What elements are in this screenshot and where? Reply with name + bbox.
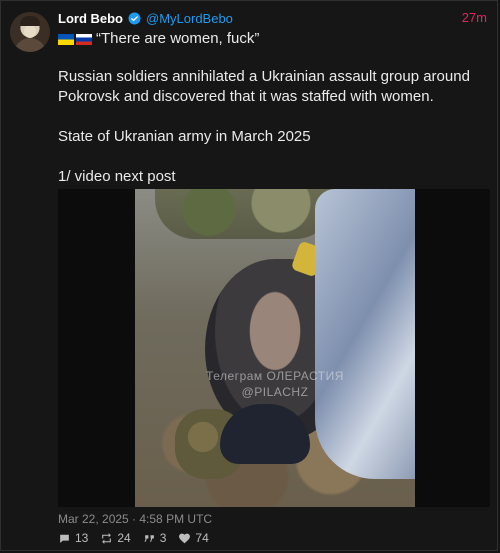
retweet-count: 24 (117, 531, 131, 545)
russia-flag-icon (76, 34, 92, 45)
reply-button[interactable]: 13 (58, 531, 88, 545)
tweet-text: “There are women, fuck” Russian soldiers… (58, 29, 488, 207)
watermark-line-2: @PILACHZ (241, 385, 309, 399)
paragraph-3: 1/ video next post (58, 168, 176, 185)
flags (58, 34, 92, 45)
paragraph-2: State of Ukranian army in March 2025 (58, 128, 311, 145)
comment-icon (60, 534, 69, 543)
reply-count: 13 (75, 531, 89, 545)
quote-count: 3 (159, 531, 167, 545)
paragraph-1: Russian soldiers annihilated a Ukrainian… (58, 68, 470, 105)
author-handle[interactable]: @MyLordBebo (146, 11, 233, 26)
tweet-header: Lord Bebo @MyLordBebo (58, 9, 233, 27)
retweet-button[interactable]: 24 (100, 531, 131, 545)
retweet-icon (102, 532, 112, 544)
post-timestamp[interactable]: Mar 22, 2025 · 4:58 PM UTC (58, 512, 212, 526)
video-frame[interactable]: Телеграм ОЛЕРАСТИЯ @PILACHZ (135, 189, 415, 507)
tweet-card[interactable]: Lord Bebo @MyLordBebo 27m “There are wom… (0, 0, 498, 551)
quote-button[interactable]: 3 (143, 531, 167, 545)
heart-icon (179, 533, 191, 543)
quote-text: “There are women, fuck” (96, 30, 260, 47)
author-name[interactable]: Lord Bebo (58, 11, 123, 26)
watermark-line-1: Телеграм ОЛЕРАСТИЯ (206, 369, 344, 383)
quote-line: “There are women, fuck” (58, 29, 488, 49)
ukraine-flag-icon (58, 34, 74, 45)
avatar[interactable] (10, 12, 50, 52)
video-player[interactable]: Телеграм ОЛЕРАСТИЯ @PILACHZ (58, 189, 490, 507)
tweet-actions: 13 24 3 74 (58, 531, 209, 545)
like-button[interactable]: 74 (178, 531, 209, 545)
post-time[interactable]: 27m (462, 9, 487, 27)
quote-icon (144, 534, 154, 542)
verified-badge-icon (128, 12, 141, 24)
like-count: 74 (195, 531, 209, 545)
